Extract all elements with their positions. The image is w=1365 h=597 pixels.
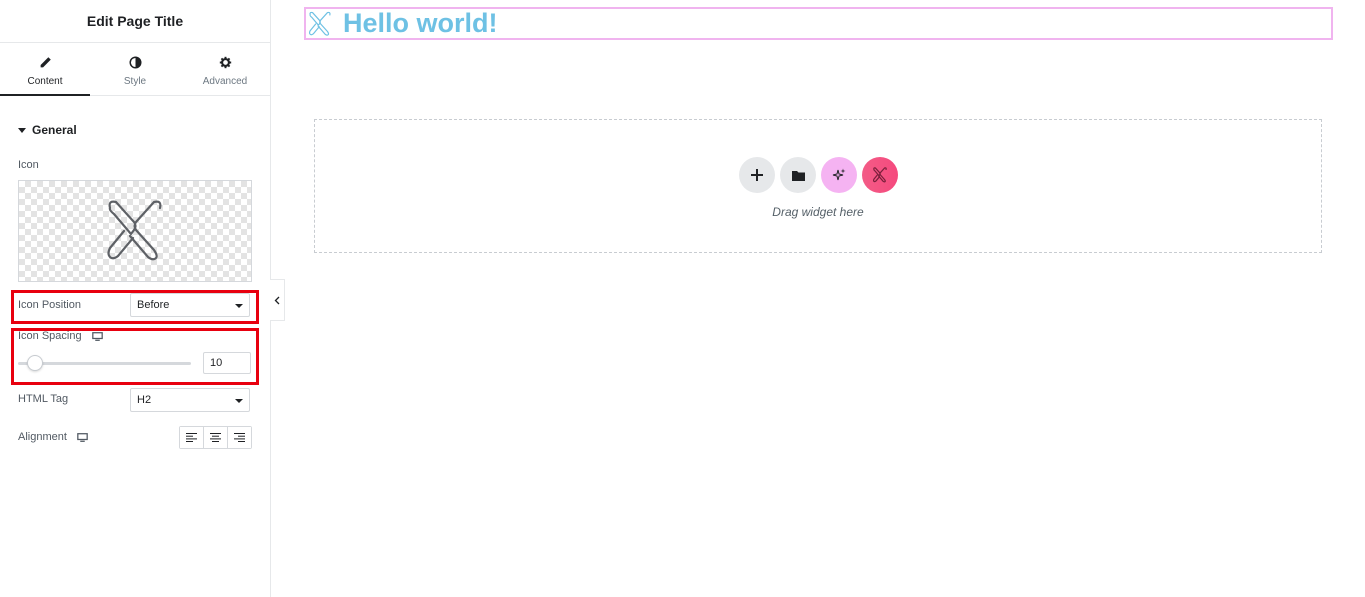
sparkles-icon [832, 168, 846, 181]
tab-content[interactable]: Content [0, 43, 90, 96]
icon-spacing-slider-track[interactable] [18, 362, 191, 365]
section-general-label: General [32, 123, 77, 137]
xpro-logo-icon [107, 200, 162, 261]
add-section-button[interactable] [739, 157, 775, 193]
plus-icon [751, 169, 763, 181]
panel-title: Edit Page Title [0, 0, 270, 43]
page-title-widget[interactable]: Hello world! [304, 7, 1333, 40]
section-general-toggle[interactable]: General [18, 123, 77, 137]
align-right-icon [234, 433, 245, 442]
drop-zone-actions [739, 157, 903, 193]
html-tag-value: H2 [137, 394, 152, 406]
panel-tabs: Content Style Advanced [0, 43, 270, 96]
desktop-icon[interactable] [91, 331, 103, 341]
icon-spacing-label-row: Icon Spacing [18, 330, 103, 342]
alignment-label-row: Alignment [18, 431, 88, 443]
align-right-button[interactable] [228, 427, 251, 448]
icon-spacing-slider-handle[interactable] [27, 355, 43, 371]
desktop-icon[interactable] [77, 432, 88, 442]
icon-position-label: Icon Position [18, 299, 81, 311]
ai-generate-button[interactable] [821, 157, 857, 193]
xpro-templates-button[interactable] [862, 157, 898, 193]
icon-label: Icon [18, 159, 39, 171]
align-center-button[interactable] [204, 427, 228, 448]
icon-picker[interactable] [18, 180, 252, 282]
folder-icon [791, 170, 805, 181]
tab-content-label: Content [27, 75, 63, 87]
icon-spacing-input[interactable] [203, 352, 251, 374]
xpro-logo-icon [872, 167, 887, 183]
alignment-label: Alignment [18, 431, 67, 443]
tab-advanced[interactable]: Advanced [180, 43, 270, 95]
gear-icon [219, 56, 231, 68]
xpro-logo-icon [308, 11, 331, 36]
pencil-icon [40, 56, 51, 67]
icon-position-select[interactable]: Before [130, 293, 250, 317]
drop-zone-hint: Drag widget here [772, 205, 864, 219]
align-left-button[interactable] [180, 427, 204, 448]
html-tag-select[interactable]: H2 [130, 388, 250, 412]
half-circle-icon [128, 55, 142, 69]
add-template-button[interactable] [780, 157, 816, 193]
editor-sidebar: Edit Page Title Content Style Advanced G… [0, 0, 271, 597]
icon-position-value: Before [137, 299, 170, 311]
html-tag-label: HTML Tag [18, 393, 69, 405]
alignment-choices [179, 426, 252, 449]
tab-style-label: Style [123, 75, 147, 87]
tab-advanced-label: Advanced [202, 75, 248, 87]
chevron-down-icon [235, 399, 243, 403]
icon-spacing-label: Icon Spacing [18, 330, 82, 342]
editor-canvas: Hello world! Drag widget here [271, 0, 1365, 597]
align-left-icon [186, 433, 197, 442]
caret-down-icon [18, 127, 26, 133]
align-center-icon [210, 433, 221, 442]
page-title-text: Hello world! [343, 8, 498, 38]
widget-drop-zone[interactable]: Drag widget here [314, 119, 1322, 253]
tab-style[interactable]: Style [90, 43, 180, 95]
chevron-down-icon [235, 304, 243, 308]
